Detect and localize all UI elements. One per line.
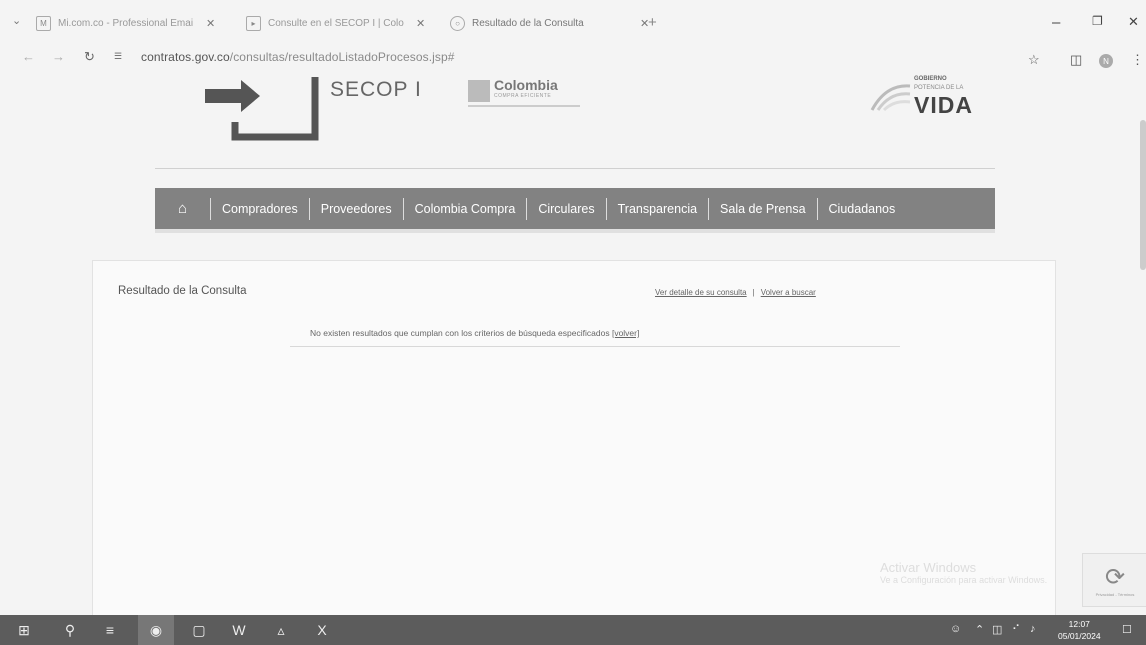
file-explorer-icon[interactable]: ▢: [182, 615, 216, 645]
search-again-link[interactable]: Volver a buscar: [761, 288, 816, 297]
secop-logo-arrow-icon: [205, 77, 319, 141]
tab-title: Consulte en el SECOP I | Colo: [268, 17, 404, 29]
cc-divider: [468, 105, 580, 107]
volume-icon[interactable]: ♪: [1030, 623, 1036, 635]
main-nav: ⌂ Compradores Proveedores Colombia Compr…: [155, 188, 995, 229]
nav-item-colombia-compra[interactable]: Colombia Compra: [404, 202, 527, 216]
globe-favicon-icon: ○: [450, 15, 465, 31]
gobierno-wave-icon: [870, 84, 911, 112]
nav-item-compradores[interactable]: Compradores: [211, 202, 309, 216]
browser-menu-icon[interactable]: ⋮: [1131, 52, 1144, 68]
close-window-icon[interactable]: ✕: [1128, 14, 1139, 30]
reload-icon[interactable]: ↻: [84, 49, 95, 65]
gov-mid-text: POTENCIA DE LA: [914, 85, 964, 91]
search-icon[interactable]: ⚲: [56, 615, 84, 645]
home-icon[interactable]: ⌂: [155, 200, 210, 217]
profile-avatar[interactable]: N: [1099, 54, 1113, 68]
notifications-icon[interactable]: ☐: [1122, 623, 1132, 636]
wifi-icon[interactable]: ⠊: [1012, 623, 1020, 636]
secop-favicon-icon: ▸: [246, 15, 261, 31]
close-icon[interactable]: ✕: [416, 17, 425, 30]
page-scrollbar[interactable]: [1140, 120, 1146, 270]
forward-arrow-icon[interactable]: →: [52, 49, 65, 64]
browser-tab-strip: ⌄ M Mi.com.co - Professional Emai ✕ ▸ Co…: [0, 0, 1146, 44]
results-divider: [290, 346, 900, 347]
clock-date: 05/01/2024: [1058, 631, 1101, 641]
cc-name: Colombia: [494, 77, 558, 93]
show-hidden-icons-chevron-icon[interactable]: ⌃: [975, 623, 984, 636]
tab-title: Resultado de la Consulta: [472, 17, 584, 29]
recaptcha-icon: ⟳: [1104, 564, 1126, 591]
mail-favicon-icon: M: [36, 15, 51, 31]
gov-vida-text: VIDA: [914, 92, 973, 118]
colombia-compra-emblem-icon: [468, 80, 490, 102]
start-icon[interactable]: ⊞: [10, 615, 38, 645]
tab-micom[interactable]: M Mi.com.co - Professional Emai ✕: [36, 12, 215, 34]
secop-title: SECOP I: [330, 78, 422, 101]
cc-subtitle: COMPRA EFICIENTE: [494, 93, 552, 99]
tab-resultado-consulta[interactable]: ○ Resultado de la Consulta ✕: [450, 12, 649, 34]
nav-item-transparencia[interactable]: Transparencia: [607, 202, 708, 216]
url-bar[interactable]: contratos.gov.co/consultas/resultadoList…: [141, 50, 455, 64]
nav-item-proveedores[interactable]: Proveedores: [310, 202, 403, 216]
url-host: contratos.gov.co: [141, 50, 230, 64]
nav-item-sala-de-prensa[interactable]: Sala de Prensa: [709, 202, 816, 216]
windows-activation-title: Activar Windows: [880, 560, 977, 575]
no-results-message: No existen resultados que cumplan con lo…: [310, 328, 639, 338]
url-path: /consultas/resultadoListadoProcesos.jsp#: [229, 50, 455, 64]
tab-title: Mi.com.co - Professional Emai: [58, 17, 194, 29]
tab-search-chevron-icon[interactable]: ⌄: [12, 14, 21, 27]
word-icon[interactable]: W: [222, 615, 256, 645]
header-divider: [155, 168, 995, 169]
restore-icon[interactable]: ❐: [1092, 14, 1103, 28]
minimize-icon[interactable]: –: [1052, 14, 1060, 31]
results-links: Ver detalle de su consulta | Volver a bu…: [655, 288, 816, 297]
acrobat-icon[interactable]: ▵: [264, 615, 298, 645]
close-icon[interactable]: ✕: [206, 17, 215, 30]
excel-icon[interactable]: X: [305, 615, 339, 645]
bookmark-star-icon[interactable]: ☆: [1028, 52, 1040, 68]
gobierno-vida-logo[interactable]: GOBIERNO POTENCIA DE LA VIDA: [870, 72, 980, 122]
windows-activation-subtitle: Ve a Configuración para activar Windows.: [880, 575, 1048, 585]
link-separator: |: [752, 288, 755, 297]
windows-taskbar: ⊞ ⚲ ≡ ◉ ▢ W ▵ X ☺ ⌃ ◫ ⠊ ♪ ☐: [0, 615, 1146, 645]
recaptcha-badge[interactable]: ⟳ Privacidad - Términos: [1082, 553, 1146, 607]
site-info-icon[interactable]: ☰: [114, 51, 122, 62]
colombia-compra-logo[interactable]: Colombia COMPRA EFICIENTE: [468, 77, 584, 115]
taskbar-clock[interactable]: 12:07 05/01/2024: [1058, 618, 1101, 642]
view-query-details-link[interactable]: Ver detalle de su consulta: [655, 288, 747, 297]
nav-shadow: [155, 229, 995, 233]
chrome-icon[interactable]: ◉: [138, 615, 174, 645]
recaptcha-terms: Privacidad - Términos: [1095, 592, 1135, 597]
people-icon[interactable]: ☺: [950, 623, 961, 635]
gov-top-text: GOBIERNO: [914, 76, 947, 82]
task-view-icon[interactable]: ≡: [96, 615, 124, 645]
new-tab-button[interactable]: +: [648, 14, 657, 31]
nav-item-ciudadanos[interactable]: Ciudadanos: [818, 202, 907, 216]
side-panel-icon[interactable]: ◫: [1070, 52, 1082, 68]
clock-time: 12:07: [1068, 619, 1090, 629]
page-title: Resultado de la Consulta: [118, 285, 247, 297]
nav-item-circulares[interactable]: Circulares: [527, 202, 605, 216]
network-icon[interactable]: ◫: [992, 623, 1002, 636]
back-arrow-icon[interactable]: ←: [22, 49, 35, 64]
back-link[interactable]: [volver]: [612, 328, 639, 338]
tab-consulte-secop[interactable]: ▸ Consulte en el SECOP I | Colo ✕: [246, 12, 425, 34]
no-results-text: No existen resultados que cumplan con lo…: [310, 328, 610, 338]
